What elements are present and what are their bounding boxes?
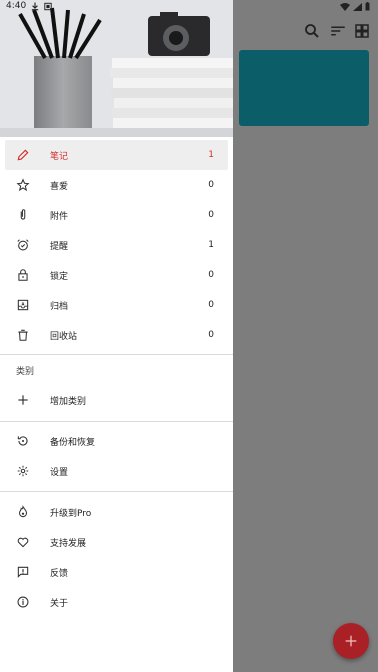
wifi-icon [340,2,350,11]
sort-icon[interactable] [329,22,347,40]
nav-item-locked[interactable]: 锁定 0 [0,260,233,290]
nav-item-trash[interactable]: 回收站 0 [0,320,233,350]
note-card[interactable] [239,50,369,126]
gear-icon [16,464,30,478]
nav-item-label: 提醒 [50,241,69,252]
alarm-icon [16,238,30,252]
nav-item-archive[interactable]: 归档 0 [0,290,233,320]
nav-item-count: 1 [208,150,214,160]
add-category-button[interactable]: 增加类别 [0,385,233,415]
plus-icon [16,393,30,407]
grid-view-icon[interactable] [353,22,371,40]
nav-item-count: 0 [208,300,214,310]
nav-item-attachments[interactable]: 附件 0 [0,200,233,230]
nav-item-label: 回收站 [50,331,78,342]
pencil-icon [16,148,30,162]
nav-item-label: 归档 [50,301,69,312]
nav-item-notes[interactable]: 笔记 1 [5,140,228,170]
divider [0,491,233,492]
star-icon [16,178,30,192]
plus-icon [345,635,357,647]
nav-item-label: 喜爱 [50,181,69,192]
status-bar: 4:40 [0,0,378,14]
add-category-label: 增加类别 [50,396,87,407]
nav-item-reminders[interactable]: 提醒 1 [0,230,233,260]
paperclip-icon [16,208,30,222]
nav-item-label: 笔记 [50,151,69,162]
archive-icon [16,298,30,312]
settings-label: 设置 [50,467,69,478]
nav-item-support[interactable]: 支持发展 [0,527,233,557]
nav-item-label: 升级到Pro [50,508,92,519]
nav-item-feedback[interactable]: 反馈 [0,557,233,587]
nav-item-count: 0 [208,330,214,340]
flame-icon [16,505,30,519]
nav-item-count: 0 [208,180,214,190]
navigation-drawer: 笔记 1 喜爱 0 附件 0 提醒 1 锁定 0 归档 0 回收站 0 类别 增… [0,0,233,672]
nav-item-count: 1 [208,240,214,250]
nav-item-settings[interactable]: 设置 [0,456,233,486]
nav-item-backup-restore[interactable]: 备份和恢复 [0,426,233,456]
nav-item-favorites[interactable]: 喜爱 0 [0,170,233,200]
status-time: 4:40 [6,1,27,11]
restore-icon [16,434,30,448]
lock-icon [16,268,30,282]
divider [0,421,233,422]
nav-item-label: 附件 [50,211,69,222]
backup-label: 备份和恢复 [50,437,96,448]
categories-header: 类别 [16,366,35,377]
signal-icon [353,2,362,11]
nav-item-label: 关于 [50,598,69,609]
drawer-header-image [0,0,233,137]
nav-item-label: 支持发展 [50,538,87,549]
nav-item-label: 反馈 [50,568,69,579]
notification-icon [44,2,52,10]
download-icon [32,2,39,10]
nav-item-count: 0 [208,270,214,280]
battery-icon [365,2,370,11]
nav-item-count: 0 [208,210,214,220]
add-note-button[interactable] [333,623,369,659]
search-icon[interactable] [303,22,321,40]
trash-icon [16,328,30,342]
heart-icon [16,535,30,549]
nav-item-about[interactable]: 关于 [0,587,233,617]
app-toolbar [233,14,378,48]
info-icon [16,595,30,609]
feedback-icon [16,565,30,579]
nav-item-upgrade-pro[interactable]: 升级到Pro [0,497,233,527]
nav-item-label: 锁定 [50,271,69,282]
